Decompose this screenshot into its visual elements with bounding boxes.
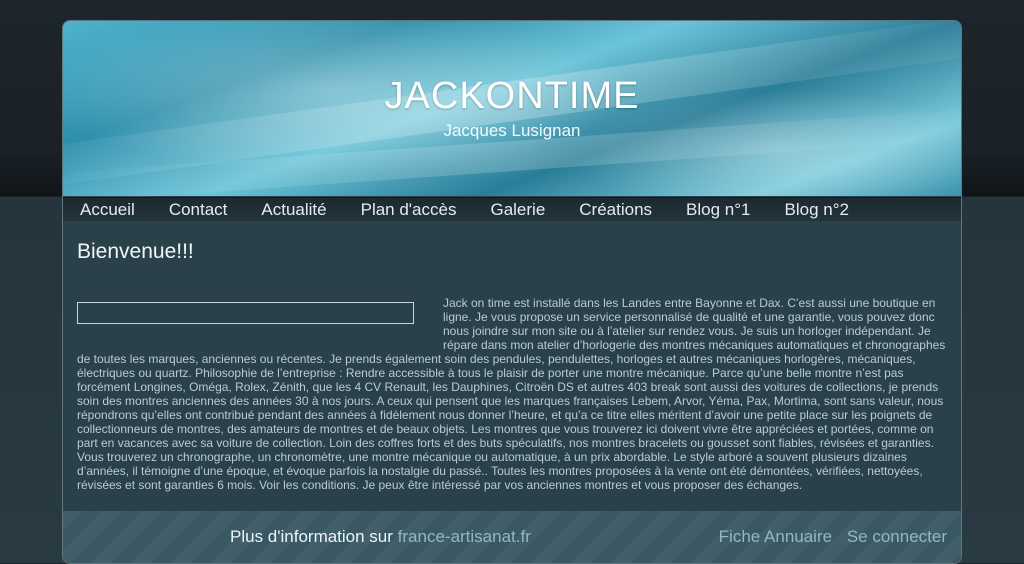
page-frame: JACKONTIME Jacques Lusignan Accueil Cont… — [62, 20, 962, 564]
page-title: Bienvenue!!! — [77, 240, 194, 263]
intro-paragraph: Jack on time est installé dans les Lande… — [77, 296, 946, 492]
site-subtitle: Jacques Lusignan — [443, 121, 581, 140]
fiche-annuaire-link[interactable]: Fiche Annuaire — [719, 527, 832, 546]
nav-item-blog-1[interactable]: Blog n°1 — [686, 200, 750, 220]
france-artisanat-link[interactable]: france-artisanat.fr — [398, 527, 531, 546]
nav-item-creations[interactable]: Créations — [579, 200, 652, 220]
nav-item-galerie[interactable]: Galerie — [490, 200, 545, 220]
footer: Plus d'information sur france-artisanat.… — [63, 511, 961, 563]
footer-links: Fiche Annuaire Se connecter — [709, 527, 947, 547]
nav-item-contact[interactable]: Contact — [169, 200, 228, 220]
login-link[interactable]: Se connecter — [847, 527, 947, 546]
nav-item-plan-acces[interactable]: Plan d'accès — [361, 200, 457, 220]
main-nav: Accueil Contact Actualité Plan d'accès G… — [63, 197, 961, 222]
nav-item-blog-2[interactable]: Blog n°2 — [785, 200, 849, 220]
nav-item-actualite[interactable]: Actualité — [261, 200, 326, 220]
main-content: Bienvenue!!! Jack on time est installé d… — [63, 221, 961, 511]
header-banner: JACKONTIME Jacques Lusignan — [63, 21, 961, 206]
footer-info: Plus d'information sur france-artisanat.… — [230, 527, 531, 547]
site-title[interactable]: JACKONTIME — [63, 75, 961, 118]
intro-text-block: Jack on time est installé dans les Lande… — [77, 296, 947, 492]
nav-item-accueil[interactable]: Accueil — [80, 200, 135, 220]
footer-info-label: Plus d'information sur — [230, 527, 398, 546]
image-placeholder — [77, 302, 414, 324]
